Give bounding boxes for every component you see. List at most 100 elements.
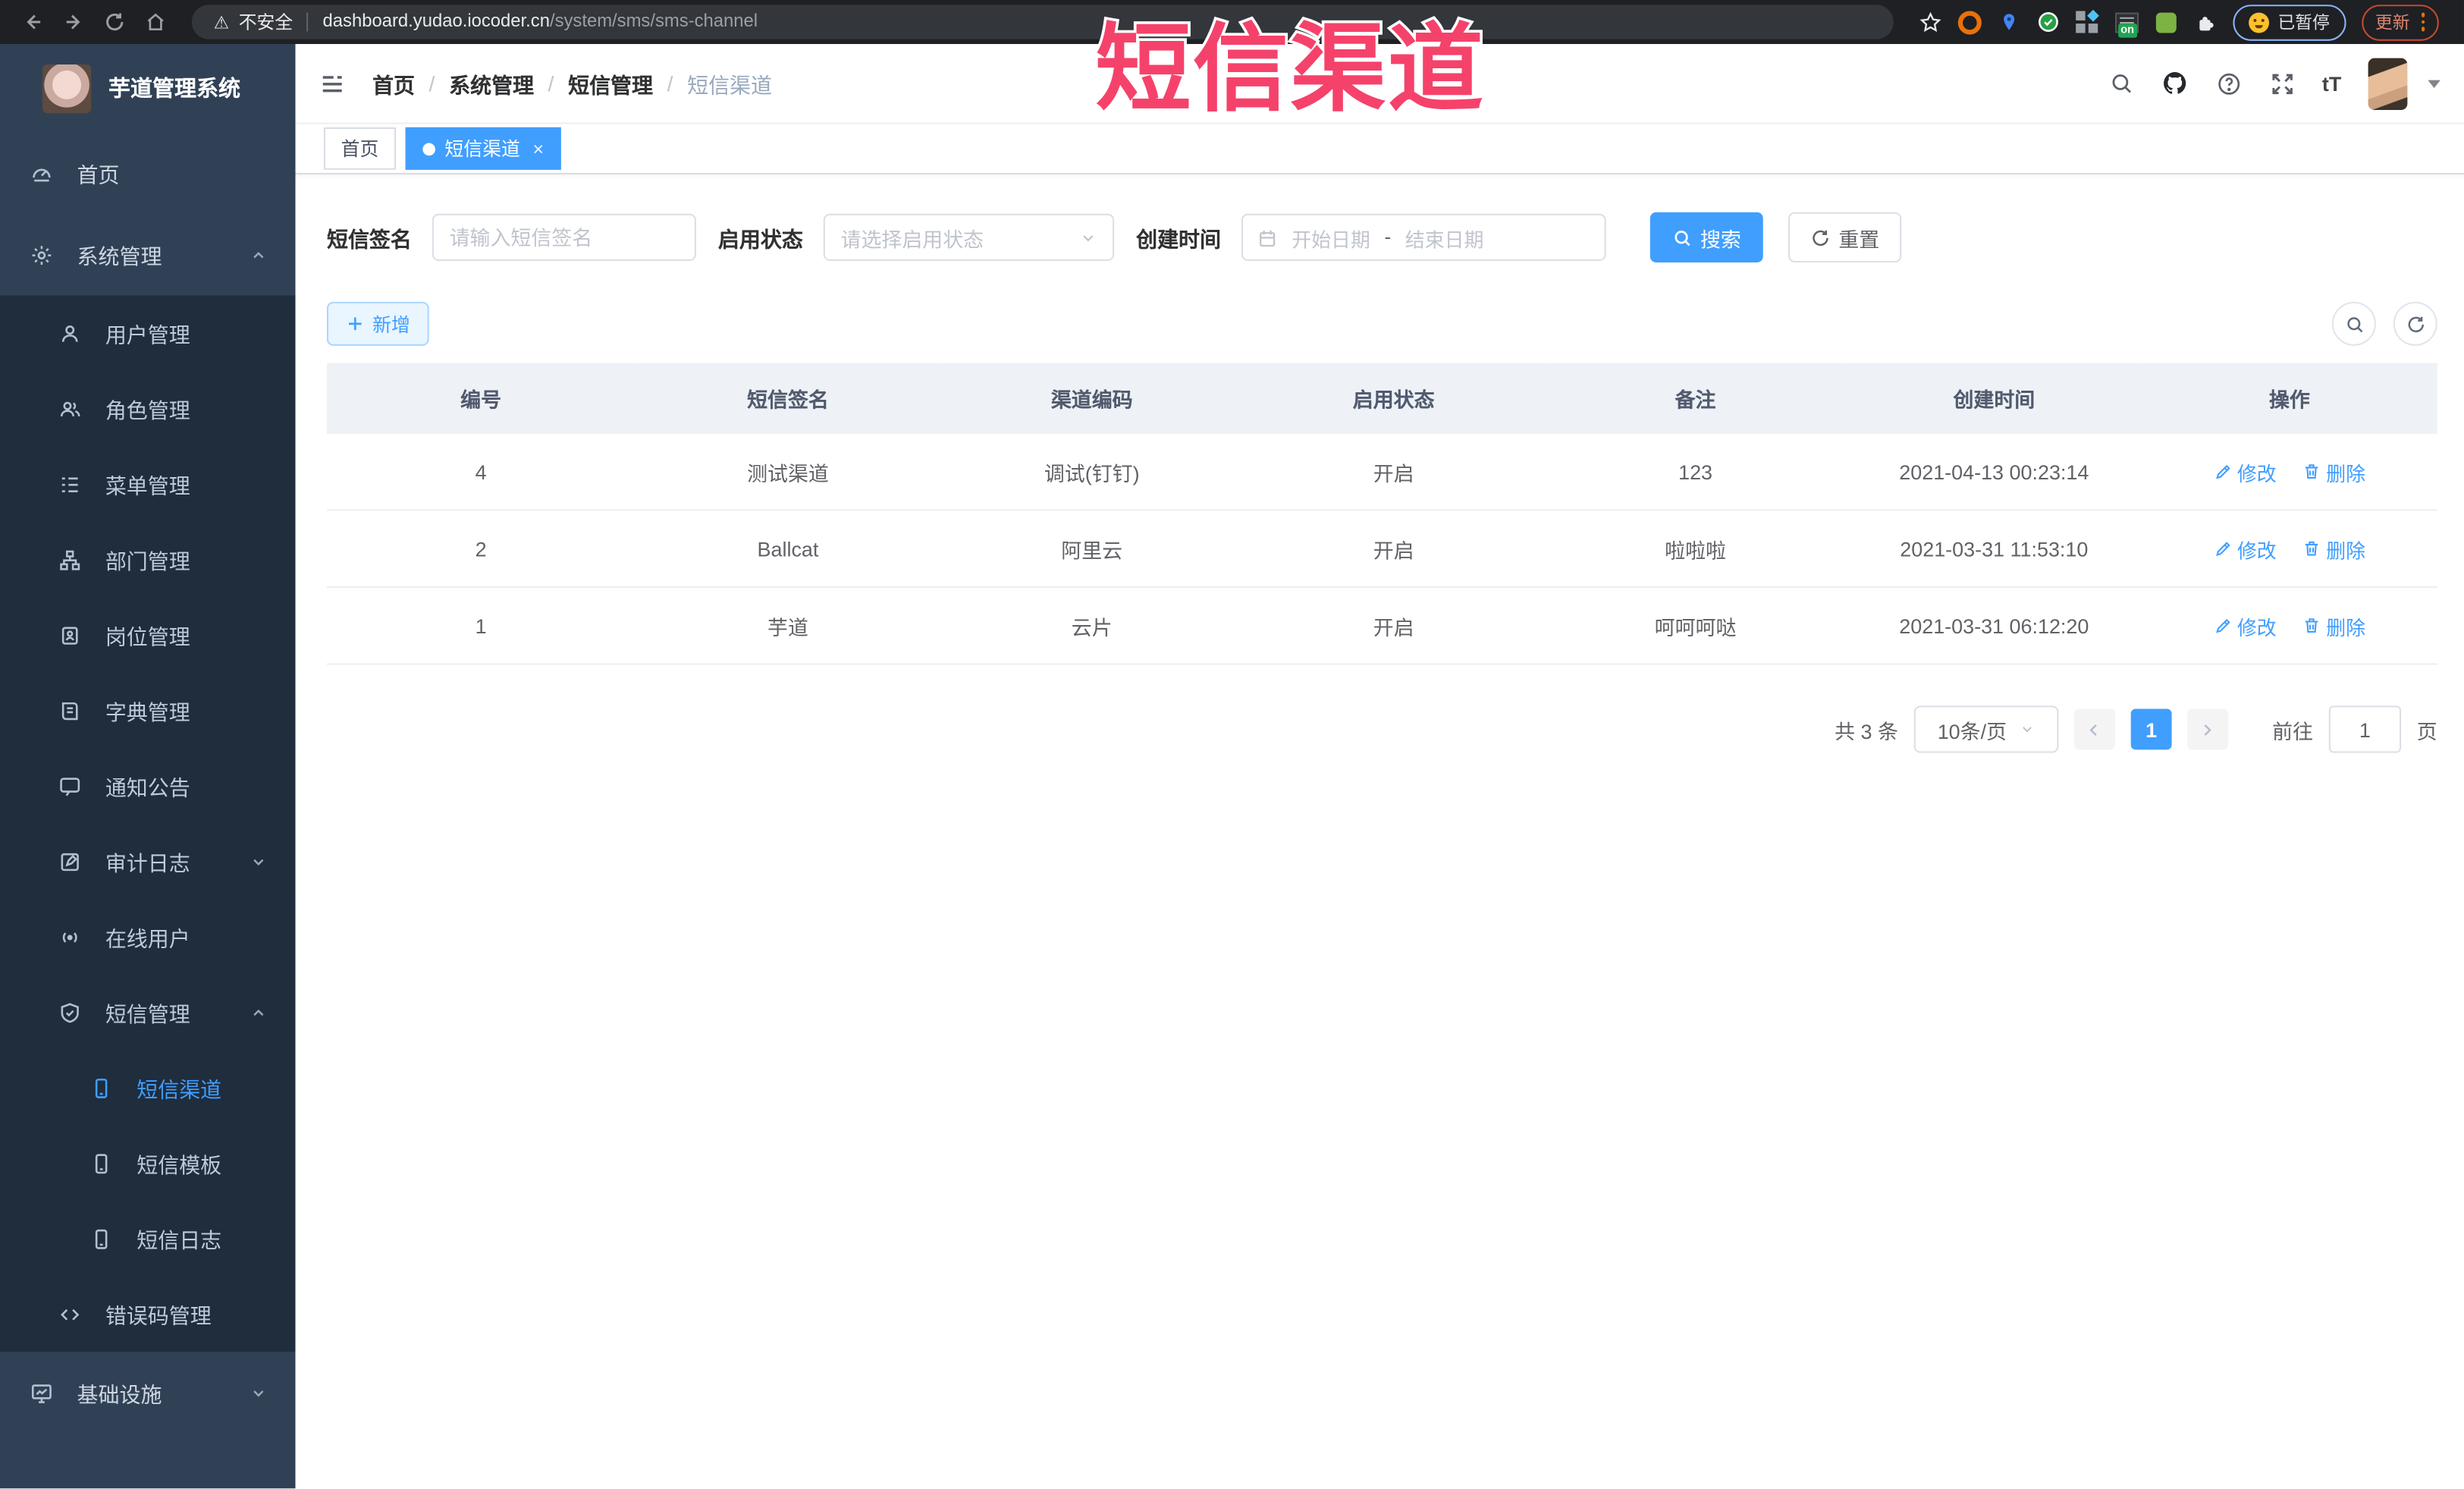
delete-link[interactable]: 删除	[2302, 457, 2365, 486]
calendar-icon	[1260, 229, 1276, 247]
app-logo-row[interactable]: 芋道管理系统	[0, 44, 296, 132]
bookmark-star-icon[interactable]	[1918, 10, 1941, 33]
sidebar-item-label: 基础设施	[77, 1383, 162, 1407]
sidebar-item-label: 短信渠道	[137, 1078, 222, 1102]
reset-button[interactable]: 重置	[1788, 212, 1902, 263]
date-range-picker[interactable]: 开始日期 - 结束日期	[1241, 213, 1606, 261]
browser-menu-icon[interactable]	[2421, 13, 2425, 31]
sidebar-item-dept-mgmt[interactable]: 部门管理	[0, 521, 296, 598]
breadcrumb-separator: /	[667, 71, 673, 96]
extension-check-icon[interactable]	[2036, 10, 2059, 33]
pagination: 共 3 条 10条/页 1 前往 页	[327, 705, 2437, 753]
announcement-icon	[60, 777, 80, 796]
address-bar[interactable]: ⚠ 不安全 dashboard.yudao.iocoder.cn/system/…	[191, 5, 1893, 39]
avatar-caret-icon[interactable]	[2428, 79, 2440, 87]
help-icon[interactable]	[2215, 70, 2242, 96]
sidebar-item-sms-mgmt[interactable]: 短信管理	[0, 974, 296, 1051]
breadcrumb-home[interactable]: 首页	[372, 68, 415, 99]
extension-key-icon[interactable]	[2154, 10, 2177, 33]
extension-puzzle-icon[interactable]	[2193, 10, 2217, 33]
tab-sms-channel[interactable]: 短信渠道 ×	[405, 127, 561, 170]
sidebar: 芋道管理系统 首页 系统管理 用户管理 角色管理 菜单管理 部门管理 岗位管理 …	[0, 44, 296, 1489]
toggle-search-button[interactable]	[2331, 301, 2376, 346]
edit-link[interactable]: 修改	[2214, 611, 2277, 640]
refresh-table-button[interactable]	[2393, 301, 2437, 346]
extension-grid-icon[interactable]	[2075, 10, 2099, 33]
sidebar-item-dict-mgmt[interactable]: 字典管理	[0, 672, 296, 749]
browser-reload-icon[interactable]	[94, 11, 135, 33]
sidebar-item-notice-mgmt[interactable]: 通知公告	[0, 748, 296, 824]
extension-list-on-icon[interactable]: on	[2114, 10, 2139, 37]
edit-link[interactable]: 修改	[2214, 533, 2277, 563]
edit-link[interactable]: 修改	[2214, 457, 2277, 486]
sidebar-item-sms-log[interactable]: 短信日志	[0, 1201, 296, 1277]
sidebar-item-sms-template[interactable]: 短信模板	[0, 1125, 296, 1202]
sign-filter-label: 短信签名	[326, 228, 412, 252]
goto-page-input[interactable]	[2328, 705, 2402, 753]
browser-back-icon[interactable]	[13, 11, 54, 33]
extension-pin-icon[interactable]	[1997, 10, 2020, 33]
sidebar-item-home[interactable]: 首页	[0, 132, 296, 214]
delete-link[interactable]: 删除	[2302, 611, 2365, 640]
cell-created: 2021-04-13 00:23:14	[1846, 433, 2142, 511]
sidebar-item-user-mgmt[interactable]: 用户管理	[0, 295, 296, 372]
search-icon	[2346, 316, 2362, 332]
cell-remark: 啦啦啦	[1544, 510, 1847, 588]
breadcrumb-sms[interactable]: 短信管理	[568, 68, 653, 99]
sidebar-item-online-users[interactable]: 在线用户	[0, 899, 296, 975]
date-range-separator: -	[1384, 226, 1392, 249]
table-settings-buttons	[2331, 301, 2437, 346]
start-date-placeholder: 开始日期	[1292, 228, 1370, 251]
table-row: 2 Ballcat 阿里云 开启 啦啦啦 2021-03-31 11:53:10…	[326, 510, 2437, 588]
time-filter-label: 创建时间	[1136, 228, 1221, 252]
sidebar-item-infrastructure[interactable]: 基础设施	[0, 1352, 296, 1434]
header-actions: tT	[2108, 57, 2440, 110]
breadcrumb-system[interactable]: 系统管理	[449, 68, 534, 99]
chevron-up-icon	[253, 1008, 264, 1016]
col-sign: 短信签名	[635, 363, 941, 434]
menu-tree-icon	[61, 476, 78, 492]
extension-ring-icon[interactable]	[1957, 10, 1981, 34]
sidebar-item-error-code-mgmt[interactable]: 错误码管理	[0, 1276, 296, 1352]
chevron-down-icon	[1083, 234, 1094, 241]
browser-forward-icon[interactable]	[53, 11, 94, 33]
user-avatar[interactable]	[2368, 57, 2408, 110]
github-icon[interactable]	[2161, 69, 2189, 97]
annotation-overlay-title: 短信渠道	[1093, 13, 1486, 125]
sign-filter-input[interactable]	[432, 213, 696, 261]
status-filter-select[interactable]: 请选择启用状态	[823, 213, 1115, 261]
sidebar-item-sms-channel[interactable]: 短信渠道	[0, 1050, 296, 1126]
table-row: 4 测试渠道 调试(钉钉) 开启 123 2021-04-13 00:23:14…	[326, 433, 2437, 511]
font-size-icon[interactable]: tT	[2322, 71, 2341, 95]
trash-icon	[2305, 618, 2318, 633]
header-search-icon[interactable]	[2108, 71, 2133, 96]
profile-paused-badge[interactable]: 已暂停	[2232, 4, 2346, 40]
cell-sign: 测试渠道	[635, 433, 941, 511]
sidebar-item-menu-mgmt[interactable]: 菜单管理	[0, 446, 296, 522]
sidebar-item-audit-log[interactable]: 审计日志	[0, 823, 296, 900]
prev-page-button[interactable]	[2074, 708, 2115, 750]
sidebar-item-label: 短信日志	[137, 1229, 222, 1253]
sidebar-item-system-mgmt[interactable]: 系统管理	[0, 214, 296, 296]
cell-actions: 修改 删除	[2142, 586, 2437, 665]
tab-home[interactable]: 首页	[323, 127, 397, 170]
browser-home-icon[interactable]	[135, 11, 176, 33]
delete-link[interactable]: 删除	[2302, 533, 2365, 563]
col-remark: 备注	[1544, 363, 1847, 434]
page-size-select[interactable]: 10条/页	[1913, 705, 2059, 753]
sidebar-item-role-mgmt[interactable]: 角色管理	[0, 371, 296, 447]
edit-icon	[2215, 464, 2230, 479]
browser-update-button[interactable]: 更新	[2361, 4, 2439, 40]
page-number-button[interactable]: 1	[2130, 708, 2172, 750]
add-button[interactable]: 新增	[326, 301, 429, 346]
breadcrumb-separator: /	[428, 71, 435, 96]
cell-created: 2021-03-31 11:53:10	[1846, 510, 2142, 588]
cell-id: 2	[326, 510, 636, 588]
sidebar-item-post-mgmt[interactable]: 岗位管理	[0, 597, 296, 673]
close-tab-icon[interactable]: ×	[532, 137, 544, 159]
fullscreen-icon[interactable]	[2268, 70, 2295, 96]
sidebar-toggle-icon[interactable]	[319, 70, 346, 96]
search-button[interactable]: 搜索	[1649, 212, 1763, 263]
next-page-button[interactable]	[2187, 708, 2229, 750]
sidebar-item-label: 首页	[77, 163, 120, 187]
